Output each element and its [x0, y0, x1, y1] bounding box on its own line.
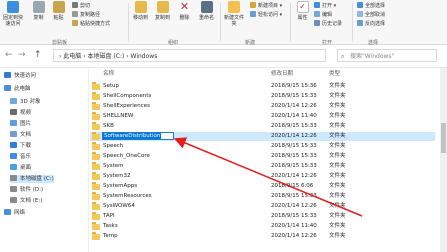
annotation-arrow: [173, 137, 363, 217]
red-arrow-line: [173, 137, 363, 217]
